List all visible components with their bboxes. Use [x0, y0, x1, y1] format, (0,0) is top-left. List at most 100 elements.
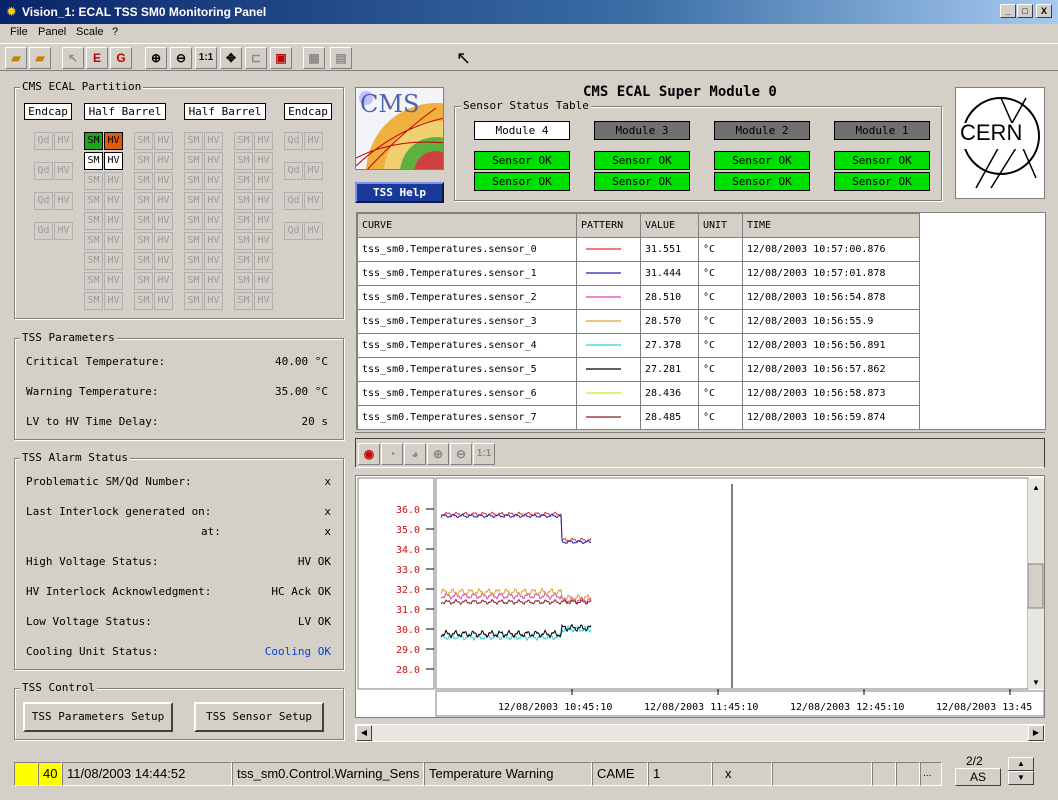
sm-cell[interactable]: SM	[84, 132, 103, 150]
sm-cell[interactable]: SM	[84, 232, 103, 250]
hv-cell[interactable]: HV	[104, 212, 123, 230]
sm-cell[interactable]: SM	[84, 152, 103, 170]
hv-cell[interactable]: HV	[154, 212, 173, 230]
page-up-icon[interactable]: ▲	[1008, 757, 1034, 771]
sm-cell[interactable]: SM	[234, 132, 253, 150]
table-row[interactable]: tss_sm0.Temperatures.sensor_4 27.378 °C …	[357, 333, 920, 358]
endcap-qd-cell[interactable]: Qd	[284, 162, 303, 180]
sm-cell[interactable]: SM	[184, 292, 203, 310]
tss-help-button[interactable]: TSS Help	[355, 182, 444, 203]
hv-cell[interactable]: HV	[254, 232, 273, 250]
scroll-right-icon[interactable]: ▶	[1028, 725, 1044, 741]
sm-cell[interactable]: SM	[84, 272, 103, 290]
hv-cell[interactable]: HV	[154, 292, 173, 310]
sm-cell[interactable]: SM	[134, 292, 153, 310]
hv-cell[interactable]: HV	[104, 132, 123, 150]
sm-cell[interactable]: SM	[184, 252, 203, 270]
endcap-hv-cell[interactable]: HV	[304, 132, 323, 150]
sm-cell[interactable]: SM	[134, 152, 153, 170]
hv-cell[interactable]: HV	[154, 272, 173, 290]
tss-parameters-setup-button[interactable]: TSS Parameters Setup	[23, 702, 173, 732]
sm-cell[interactable]: SM	[184, 272, 203, 290]
open-folder-icon[interactable]: ▰	[5, 47, 27, 69]
endcap-qd-cell[interactable]: Qd	[34, 192, 53, 210]
plot-color-icon[interactable]: ◉	[358, 443, 380, 465]
select-area-icon[interactable]: ⊏	[245, 47, 267, 69]
sm-cell[interactable]: SM	[184, 192, 203, 210]
plot-1to1-icon[interactable]: 1:1	[473, 443, 495, 465]
endcap-qd-cell[interactable]: Qd	[34, 132, 53, 150]
endcap-qd-cell[interactable]: Qd	[34, 222, 53, 240]
plot-zoom-in-icon[interactable]: ⊕	[427, 443, 449, 465]
close-button[interactable]: X	[1036, 4, 1052, 18]
col-value[interactable]: VALUE	[640, 213, 699, 238]
hv-cell[interactable]: HV	[104, 232, 123, 250]
table-row[interactable]: tss_sm0.Temperatures.sensor_3 28.570 °C …	[357, 309, 920, 334]
endcap-hv-cell[interactable]: HV	[304, 162, 323, 180]
menu-scale[interactable]: Scale	[76, 26, 104, 38]
hv-cell[interactable]: HV	[254, 172, 273, 190]
hv-cell[interactable]: HV	[154, 232, 173, 250]
endcap-hv-cell[interactable]: HV	[304, 192, 323, 210]
hv-cell[interactable]: HV	[204, 192, 223, 210]
e-icon[interactable]: E	[86, 47, 108, 69]
col-curve[interactable]: CURVE	[357, 213, 577, 238]
hv-cell[interactable]: HV	[254, 212, 273, 230]
endcap-hv-cell[interactable]: HV	[54, 162, 73, 180]
sm-cell[interactable]: SM	[234, 292, 253, 310]
sm-cell[interactable]: SM	[184, 232, 203, 250]
sm-cell[interactable]: SM	[134, 232, 153, 250]
col-unit[interactable]: UNIT	[698, 213, 743, 238]
table-row[interactable]: tss_sm0.Temperatures.sensor_0 31.551 °C …	[357, 237, 920, 262]
hv-cell[interactable]: HV	[154, 152, 173, 170]
sm-cell[interactable]: SM	[234, 232, 253, 250]
endcap-qd-cell[interactable]: Qd	[284, 192, 303, 210]
hv-cell[interactable]: HV	[104, 292, 123, 310]
sm-cell[interactable]: SM	[84, 192, 103, 210]
zoom-1to1-icon[interactable]: 1:1	[195, 47, 217, 69]
endcap-qd-cell[interactable]: Qd	[284, 132, 303, 150]
hv-cell[interactable]: HV	[254, 252, 273, 270]
table-row[interactable]: tss_sm0.Temperatures.sensor_5 27.281 °C …	[357, 357, 920, 382]
more-button[interactable]: ...	[920, 762, 942, 786]
sm-cell[interactable]: SM	[234, 152, 253, 170]
scroll-left-icon[interactable]: ◀	[356, 725, 372, 741]
sm-cell[interactable]: SM	[84, 172, 103, 190]
sm-cell[interactable]: SM	[234, 272, 253, 290]
open-panel-icon[interactable]: ▰	[29, 47, 51, 69]
sm-cell[interactable]: SM	[134, 212, 153, 230]
hv-cell[interactable]: HV	[204, 252, 223, 270]
endcap-hv-cell[interactable]: HV	[304, 222, 323, 240]
hv-cell[interactable]: HV	[104, 172, 123, 190]
maximize-button[interactable]: □	[1017, 4, 1033, 18]
hv-cell[interactable]: HV	[254, 292, 273, 310]
hv-cell[interactable]: HV	[204, 152, 223, 170]
minimize-button[interactable]: _	[1000, 4, 1016, 18]
zoom-out-icon[interactable]: ⊖	[170, 47, 192, 69]
sm-cell[interactable]: SM	[134, 252, 153, 270]
sm-cell[interactable]: SM	[134, 192, 153, 210]
tss-sensor-setup-button[interactable]: TSS Sensor Setup	[194, 702, 324, 732]
hv-cell[interactable]: HV	[154, 192, 173, 210]
plot-timer-icon[interactable]: ◔	[381, 443, 403, 465]
g-icon[interactable]: G	[110, 47, 132, 69]
hv-cell[interactable]: HV	[154, 132, 173, 150]
hv-cell[interactable]: HV	[104, 252, 123, 270]
sm-cell[interactable]: SM	[134, 272, 153, 290]
table-row[interactable]: tss_sm0.Temperatures.sensor_7 28.485 °C …	[357, 405, 920, 429]
hv-cell[interactable]: HV	[254, 152, 273, 170]
table-row[interactable]: tss_sm0.Temperatures.sensor_1 31.444 °C …	[357, 261, 920, 286]
sm-cell[interactable]: SM	[234, 172, 253, 190]
menu-file[interactable]: File	[10, 26, 28, 38]
sm-cell[interactable]: SM	[134, 172, 153, 190]
panel-icon[interactable]: ▤	[330, 47, 352, 69]
endcap-hv-cell[interactable]: HV	[54, 132, 73, 150]
hv-cell[interactable]: HV	[204, 172, 223, 190]
hv-cell[interactable]: HV	[104, 272, 123, 290]
sm-cell[interactable]: SM	[184, 212, 203, 230]
table-row[interactable]: tss_sm0.Temperatures.sensor_6 28.436 °C …	[357, 381, 920, 406]
col-pattern[interactable]: PATTERN	[576, 213, 641, 238]
zoom-in-icon[interactable]: ⊕	[145, 47, 167, 69]
menu-help[interactable]: ?	[112, 26, 118, 38]
hv-cell[interactable]: HV	[204, 272, 223, 290]
